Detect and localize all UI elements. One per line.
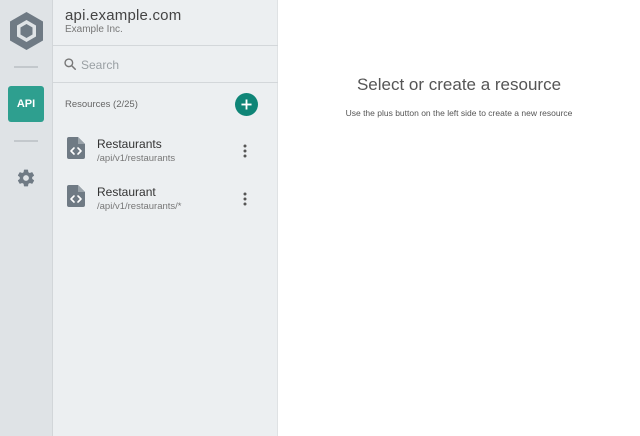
search-icon	[64, 58, 77, 71]
search-box[interactable]	[63, 55, 268, 75]
more-vertical-icon[interactable]	[239, 141, 251, 161]
plus-icon	[241, 99, 252, 110]
code-file-icon	[67, 137, 85, 159]
resource-item[interactable]: Restaurant /api/v1/restaurants/*	[53, 179, 278, 223]
hexagon-logo-icon[interactable]	[8, 11, 45, 51]
workspace-subtitle: Example Inc.	[65, 24, 123, 35]
more-vertical-icon[interactable]	[239, 189, 251, 209]
resource-path: /api/v1/restaurants	[97, 153, 176, 164]
panel-divider	[53, 82, 278, 83]
panel-divider	[53, 45, 278, 46]
empty-state-title: Select or create a resource	[356, 75, 562, 94]
search-input[interactable]	[81, 55, 266, 75]
rail-divider	[14, 140, 38, 142]
rail-divider	[14, 66, 38, 68]
resource-panel: api.example.com Example Inc. Resources (…	[53, 0, 278, 436]
workspace-title: api.example.com	[65, 7, 182, 24]
resource-path: /api/v1/restaurants/*	[97, 201, 182, 212]
api-nav-button[interactable]: API	[8, 86, 44, 122]
icon-rail: API	[0, 0, 53, 436]
resources-count-label: Resources (2/25)	[65, 99, 138, 110]
resource-name: Restaurant	[97, 185, 156, 199]
resource-name: Restaurants	[97, 137, 162, 151]
main-content: Select or create a resource Use the plus…	[278, 0, 640, 436]
gear-icon[interactable]	[16, 168, 36, 188]
empty-state-hint: Use the plus button on the left side to …	[345, 108, 573, 118]
code-file-icon	[67, 185, 85, 207]
add-resource-button[interactable]	[235, 93, 258, 116]
resource-item[interactable]: Restaurants /api/v1/restaurants	[53, 131, 278, 175]
